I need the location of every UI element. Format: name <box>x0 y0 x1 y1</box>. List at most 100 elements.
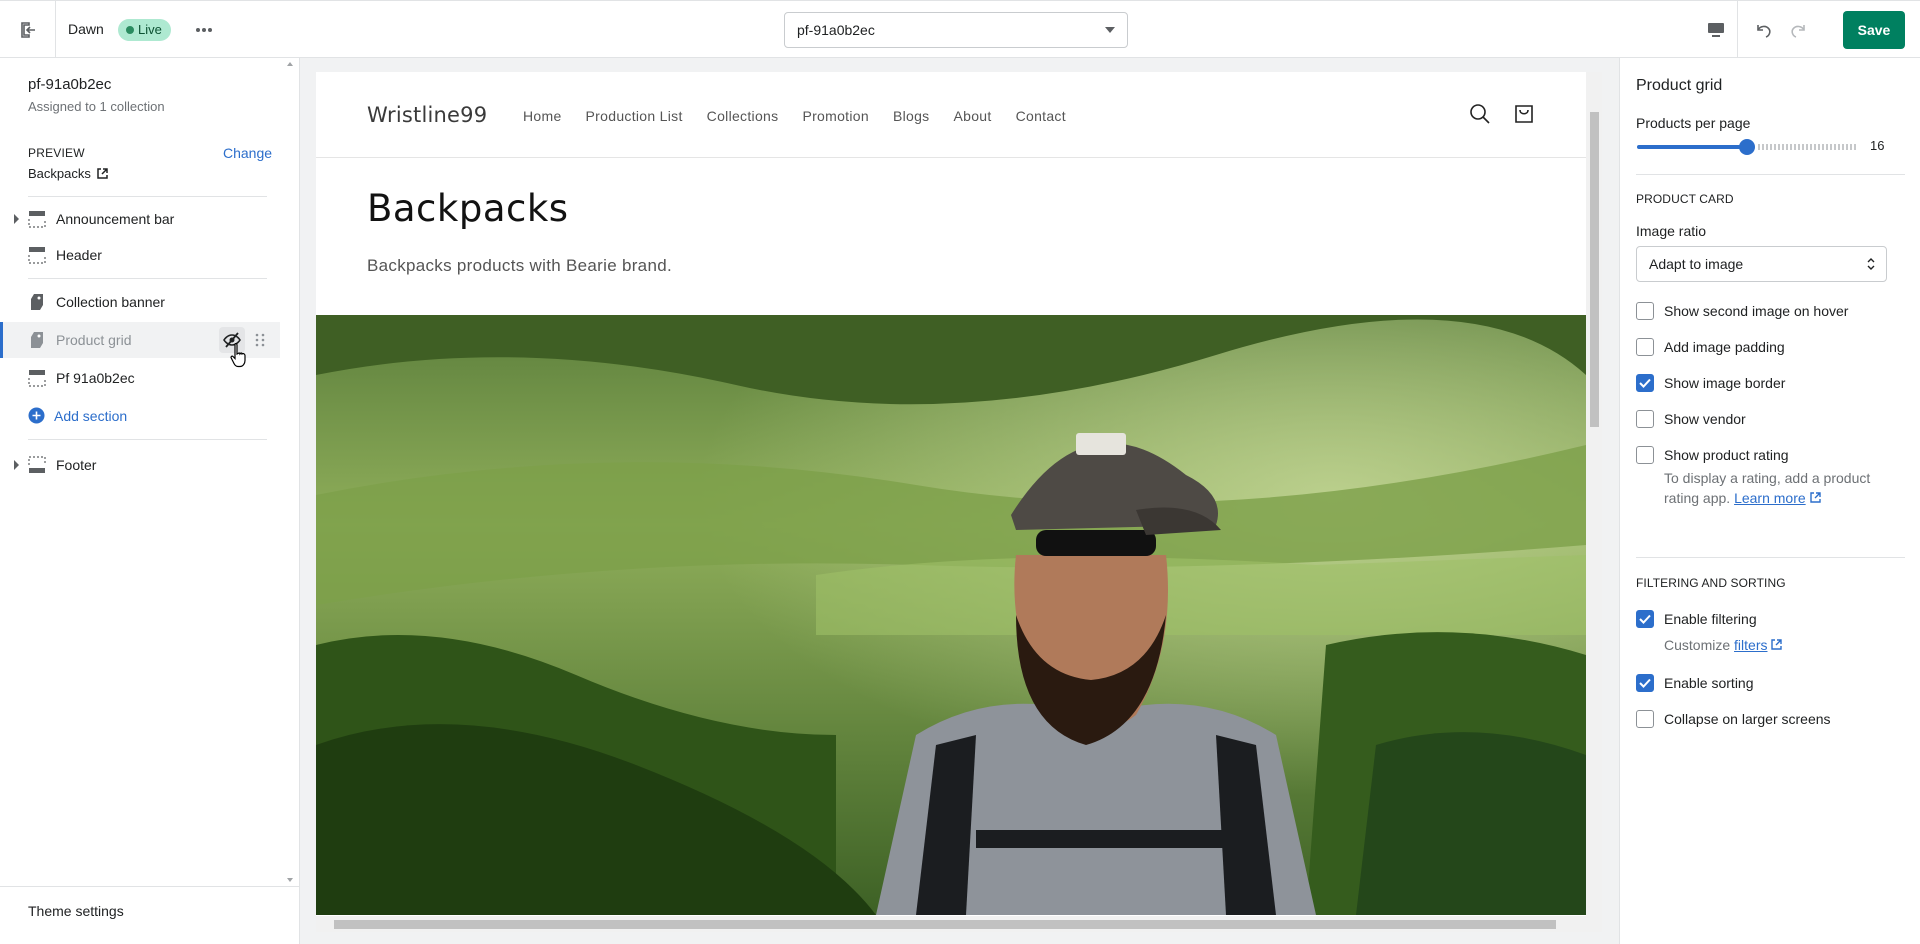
plus-circle-icon <box>28 407 45 424</box>
store-header: Wristline99 Home Production List Collect… <box>316 72 1586 158</box>
scrollbar-thumb[interactable] <box>1590 112 1599 427</box>
section-footer[interactable]: Footer <box>0 447 280 483</box>
add-section-label: Add section <box>54 407 128 424</box>
external-link-icon <box>1771 639 1783 650</box>
theme-settings-button[interactable]: Theme settings <box>0 886 300 944</box>
nav-contact[interactable]: Contact <box>1016 108 1066 124</box>
option-image-padding[interactable]: Add image padding <box>1636 338 1785 356</box>
preview-horizontal-scrollbar[interactable] <box>316 916 1602 932</box>
slider-thumb[interactable] <box>1739 139 1755 155</box>
external-link-icon <box>1809 492 1821 503</box>
customize-prefix: Customize <box>1664 637 1731 653</box>
section-collection-banner[interactable]: Collection banner <box>0 284 280 320</box>
divider <box>1636 557 1905 558</box>
redo-icon <box>1791 25 1805 38</box>
option-enable-filtering[interactable]: Enable filtering <box>1636 610 1757 628</box>
sections-sidebar: pf-91a0b2ec Assigned to 1 collection PRE… <box>0 58 300 944</box>
checkbox[interactable] <box>1636 446 1654 464</box>
option-collapse-larger-screens[interactable]: Collapse on larger screens <box>1636 710 1831 728</box>
section-label: Collection banner <box>56 294 165 310</box>
chevron-right-icon[interactable] <box>14 460 19 470</box>
divider <box>28 278 267 279</box>
external-link-icon <box>97 168 108 179</box>
section-header[interactable]: Header <box>0 237 280 273</box>
desktop-icon <box>1707 22 1724 37</box>
collection-title: Backpacks <box>367 187 569 230</box>
image-ratio-value: Adapt to image <box>1649 256 1744 272</box>
customize-filters-help: Customize filters <box>1664 635 1783 655</box>
learn-more-link[interactable]: Learn more <box>1734 490 1806 506</box>
template-title: pf-91a0b2ec <box>28 76 112 93</box>
checkbox-label: Show second image on hover <box>1664 303 1849 319</box>
option-image-border[interactable]: Show image border <box>1636 374 1785 392</box>
nav-collections[interactable]: Collections <box>707 108 779 124</box>
add-section-button[interactable]: Add section <box>28 407 127 424</box>
preview-link[interactable]: Backpacks <box>28 166 108 181</box>
preview-value: Backpacks <box>28 166 91 181</box>
header-icon <box>28 247 46 264</box>
image-ratio-label: Image ratio <box>1636 223 1707 239</box>
checkbox[interactable] <box>1636 674 1654 692</box>
checkbox-label: Collapse on larger screens <box>1664 711 1831 727</box>
nav-promotion[interactable]: Promotion <box>802 108 869 124</box>
settings-panel: Product grid Products per page 16 PRODUC… <box>1619 58 1920 944</box>
store-logo[interactable]: Wristline99 <box>367 103 487 127</box>
section-label: Pf 91a0b2ec <box>56 370 135 386</box>
footer-icon <box>28 456 46 473</box>
section-announcement-bar[interactable]: Announcement bar <box>0 201 280 237</box>
theme-name: Dawn <box>68 21 104 37</box>
option-enable-sorting[interactable]: Enable sorting <box>1636 674 1754 692</box>
select-arrows-icon <box>1867 258 1875 270</box>
save-button[interactable]: Save <box>1843 11 1905 49</box>
section-label: Footer <box>56 457 97 473</box>
device-preview-button[interactable] <box>1694 1 1738 58</box>
nav-production-list[interactable]: Production List <box>586 108 683 124</box>
chevron-down-icon <box>1105 27 1115 33</box>
banner-icon <box>31 294 43 310</box>
undo-button[interactable] <box>1748 15 1778 45</box>
checkbox[interactable] <box>1636 302 1654 320</box>
products-per-page-value: 16 <box>1870 138 1885 153</box>
template-selector-value: pf-91a0b2ec <box>797 22 875 38</box>
checkbox-label: Enable sorting <box>1664 675 1754 691</box>
checkbox[interactable] <box>1636 338 1654 356</box>
collection-description: Backpacks products with Bearie brand. <box>367 256 672 275</box>
filtering-heading: FILTERING AND SORTING <box>1636 576 1786 590</box>
option-vendor[interactable]: Show vendor <box>1636 410 1746 428</box>
drag-handle-icon[interactable] <box>254 332 266 348</box>
checkbox[interactable] <box>1636 610 1654 628</box>
search-icon[interactable] <box>1468 102 1492 126</box>
chevron-right-icon[interactable] <box>14 214 19 224</box>
checkbox-label: Show vendor <box>1664 411 1746 427</box>
preview-vertical-scrollbar[interactable] <box>1586 72 1602 916</box>
divider <box>28 439 267 440</box>
scrollbar-thumb[interactable] <box>334 920 1556 929</box>
checkbox[interactable] <box>1636 374 1654 392</box>
preview-label: PREVIEW <box>28 146 85 160</box>
checkbox[interactable] <box>1636 710 1654 728</box>
image-ratio-select[interactable]: Adapt to image <box>1636 246 1887 282</box>
nav-blogs[interactable]: Blogs <box>893 108 930 124</box>
cart-icon[interactable] <box>1512 102 1536 126</box>
checkbox-label: Enable filtering <box>1664 611 1757 627</box>
nav-about[interactable]: About <box>953 108 991 124</box>
option-second-image[interactable]: Show second image on hover <box>1636 302 1848 320</box>
redo-button[interactable] <box>1784 15 1814 45</box>
section-label: Announcement bar <box>56 211 175 227</box>
undo-icon <box>1757 25 1771 38</box>
section-label: Header <box>56 247 102 263</box>
checkbox-label: Show image border <box>1664 375 1786 391</box>
exit-button[interactable] <box>0 1 56 58</box>
divider <box>28 196 267 197</box>
template-selector[interactable]: pf-91a0b2ec <box>784 12 1128 48</box>
checkbox-label: Show product rating <box>1664 447 1789 463</box>
sidebar-scrollbar[interactable] <box>284 58 296 886</box>
nav-home[interactable]: Home <box>523 108 562 124</box>
more-actions-button[interactable] <box>190 17 218 43</box>
change-preview-link[interactable]: Change <box>223 145 272 161</box>
option-product-rating[interactable]: Show product rating <box>1636 446 1789 464</box>
checkbox[interactable] <box>1636 410 1654 428</box>
products-per-page-slider[interactable] <box>1637 139 1857 155</box>
store-preview: Wristline99 Home Production List Collect… <box>316 72 1602 932</box>
filters-link[interactable]: filters <box>1734 637 1767 653</box>
